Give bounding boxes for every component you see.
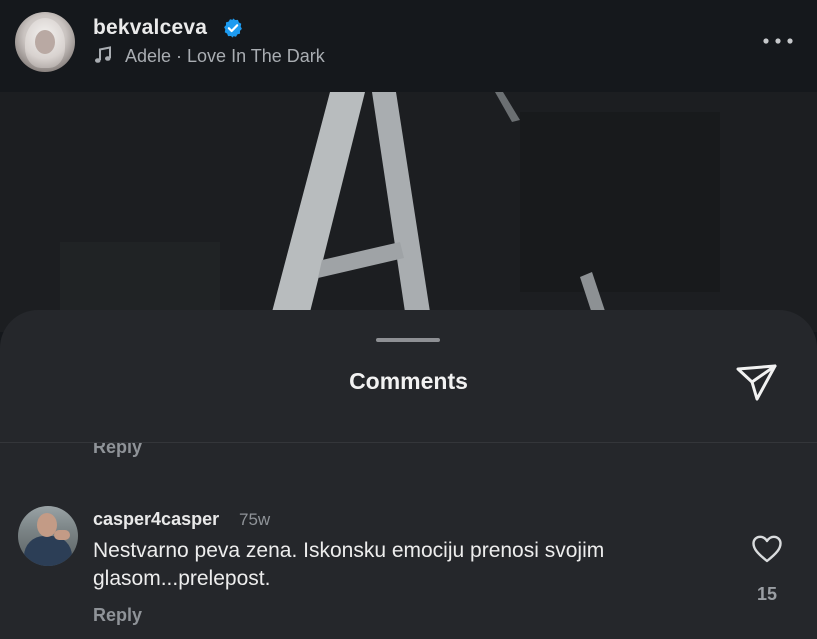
comment-username[interactable]: casper4casper: [93, 509, 219, 530]
music-track-label[interactable]: Adele · Love In The Dark: [125, 46, 325, 67]
avatar-face: [35, 30, 55, 54]
reply-button[interactable]: Reply: [93, 605, 142, 626]
comment-item: casper4casper 75w Nestvarno peva zena. I…: [0, 493, 817, 633]
previous-like-count-partial: ·: [760, 443, 765, 445]
previous-reply-button[interactable]: Reply: [93, 443, 142, 458]
avatar[interactable]: [15, 12, 75, 72]
avatar-shirt: [24, 536, 72, 566]
video-artwork: [0, 92, 817, 332]
like-count: 15: [756, 584, 778, 604]
comments-sheet: Comments Reply · casper4casper 75w Nestv…: [0, 310, 817, 639]
send-icon[interactable]: [735, 362, 779, 402]
comment-timestamp: 75w: [239, 510, 271, 529]
post-username[interactable]: bekvalceva: [93, 16, 207, 40]
post-header: bekvalceva Adele · Love In The Dark: [0, 0, 817, 92]
verified-badge-icon: [224, 18, 242, 38]
comment-text: Nestvarno peva zena. Iskonsku emociju pr…: [93, 539, 605, 590]
music-note-icon: [95, 46, 111, 63]
avatar[interactable]: [18, 506, 78, 566]
drag-handle[interactable]: [376, 338, 440, 342]
sheet-title: Comments: [349, 368, 468, 394]
heart-icon[interactable]: [751, 534, 783, 564]
more-options-icon[interactable]: [762, 36, 794, 46]
comments-list: Reply · casper4casper 75w Nestvarno peva…: [0, 443, 817, 639]
video-preview[interactable]: [0, 92, 817, 332]
avatar-arm: [54, 530, 70, 540]
